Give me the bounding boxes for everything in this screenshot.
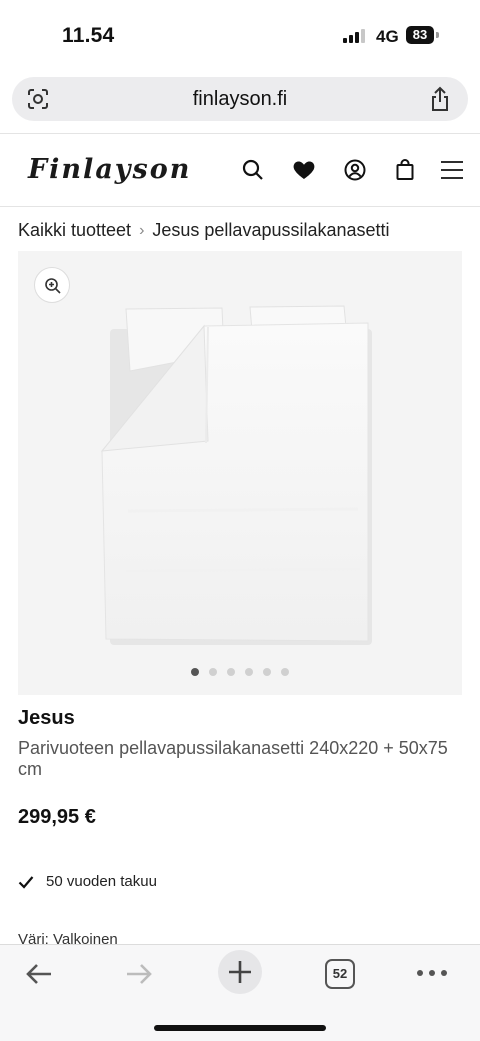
share-icon[interactable] xyxy=(428,86,452,112)
signal-icon xyxy=(343,29,365,43)
user-icon[interactable] xyxy=(343,158,367,182)
home-indicator xyxy=(154,1025,326,1031)
carousel-dot[interactable] xyxy=(209,668,217,676)
checkmark-icon xyxy=(18,875,34,889)
bag-icon[interactable] xyxy=(393,158,417,182)
breadcrumb-root[interactable]: Kaikki tuotteet xyxy=(18,220,131,241)
warranty-info: 50 vuoden takuu xyxy=(18,873,157,890)
arrow-right-icon[interactable] xyxy=(124,959,154,989)
status-time: 11.54 xyxy=(62,24,115,47)
battery-cap xyxy=(436,32,439,38)
carousel-dot[interactable] xyxy=(227,668,235,676)
url-text[interactable]: finlayson.fi xyxy=(12,88,468,111)
product-name: Parivuoteen pellavapussilakanasetti 240x… xyxy=(18,738,448,779)
more-icon[interactable] xyxy=(416,965,448,981)
search-icon[interactable] xyxy=(241,158,265,182)
new-tab-button[interactable] xyxy=(218,950,262,994)
status-bar: 11.54 4G 83 xyxy=(0,0,480,68)
breadcrumb: Kaikki tuotteet › Jesus pellavapussilaka… xyxy=(18,220,390,241)
network-type: 4G xyxy=(376,27,399,46)
browser-toolbar: 52 xyxy=(0,944,480,1041)
product-image xyxy=(100,305,372,645)
carousel-dot[interactable] xyxy=(263,668,271,676)
carousel-dot[interactable] xyxy=(245,668,253,676)
plus-icon xyxy=(229,961,251,983)
carousel-dots xyxy=(18,668,462,676)
hamburger-icon[interactable] xyxy=(440,158,464,182)
heart-icon[interactable] xyxy=(292,158,316,182)
divider xyxy=(0,206,480,207)
zoom-in-icon xyxy=(45,278,61,294)
carousel-dot[interactable] xyxy=(281,668,289,676)
product-brand: Jesus xyxy=(18,707,75,729)
product-image-gallery[interactable] xyxy=(18,251,462,695)
site-header: Finlayson xyxy=(0,134,480,206)
address-bar[interactable]: finlayson.fi xyxy=(12,77,468,121)
breadcrumb-current: Jesus pellavapussilakanasetti xyxy=(152,220,390,240)
warranty-text: 50 vuoden takuu xyxy=(46,873,157,890)
tabs-button[interactable]: 52 xyxy=(325,959,355,989)
product-price: 299,95 € xyxy=(18,806,96,828)
battery-icon: 83 xyxy=(406,26,434,44)
arrow-left-icon[interactable] xyxy=(24,959,54,989)
zoom-button[interactable] xyxy=(34,267,70,303)
chevron-right-icon: › xyxy=(139,221,145,239)
site-logo[interactable]: Finlayson xyxy=(28,154,191,185)
carousel-dot[interactable] xyxy=(191,668,199,676)
